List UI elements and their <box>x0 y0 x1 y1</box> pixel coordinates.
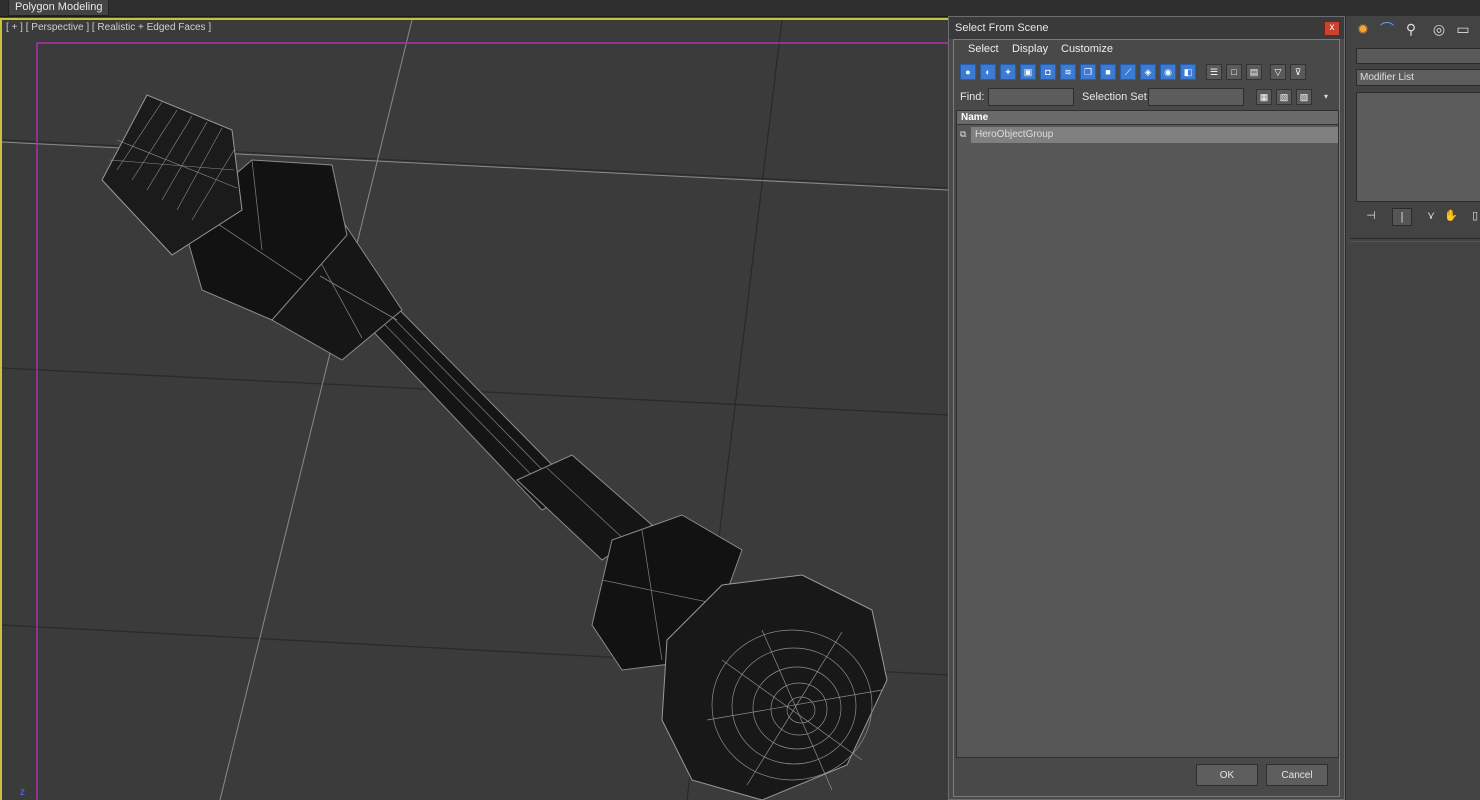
display-groups-icon[interactable]: ❐ <box>1080 64 1096 80</box>
remove-from-set-icon[interactable]: ▨ <box>1296 89 1312 105</box>
hierarchy-icon[interactable]: ⚲ <box>1402 20 1420 38</box>
add-to-set-icon[interactable]: ▧ <box>1276 89 1292 105</box>
filter-options-icon[interactable]: ⊽ <box>1290 64 1306 80</box>
chevron-down-icon[interactable]: ▾ <box>1324 92 1328 101</box>
display-geometry-icon[interactable]: ● <box>960 64 976 80</box>
panel-divider <box>1350 238 1480 242</box>
viewport-scene <box>2 20 948 800</box>
list-item-label: HeroObjectGroup <box>971 127 1338 143</box>
select-invert-icon[interactable]: ▤ <box>1246 64 1262 80</box>
group-icon: ⧉ <box>960 129 967 139</box>
display-xrefs-icon[interactable]: ■ <box>1100 64 1116 80</box>
find-row: Find: Selection Set: ▦ ▧ ▨ ▾ <box>958 88 1338 108</box>
show-end-result-icon[interactable]: | <box>1392 208 1412 226</box>
viewport-label[interactable]: [ + ] [ Perspective ] [ Realistic + Edge… <box>6 22 211 33</box>
remove-modifier-icon[interactable]: ✋ <box>1442 208 1460 224</box>
scene-object-list[interactable]: Name ⧉ HeroObjectGroup <box>956 110 1339 758</box>
object-name-field[interactable] <box>1356 48 1480 64</box>
modifier-list-dropdown[interactable]: Modifier List <box>1356 69 1480 86</box>
menu-customize[interactable]: Customize <box>1061 43 1113 55</box>
motion-icon[interactable]: ◎ <box>1430 20 1448 38</box>
filter-icon[interactable]: ▽ <box>1270 64 1286 80</box>
menu-display[interactable]: Display <box>1012 43 1048 55</box>
curve-icon[interactable]: ⌒ <box>1378 20 1396 38</box>
create-selection-set-icon[interactable]: ▦ <box>1256 89 1272 105</box>
display-icon[interactable]: ▭ <box>1454 20 1472 38</box>
display-bones-icon[interactable]: ⟋ <box>1120 64 1136 80</box>
selection-set-dropdown[interactable] <box>1148 88 1244 106</box>
ribbon-tab-polygon-modeling[interactable]: Polygon Modeling <box>8 0 110 16</box>
wireframe-object <box>101 94 888 800</box>
display-frozen-icon[interactable]: ◉ <box>1160 64 1176 80</box>
modifier-stack[interactable] <box>1356 92 1480 202</box>
sun-icon[interactable]: ✹ <box>1354 20 1372 38</box>
dialog-menubar: Select Display Customize <box>954 40 1339 60</box>
select-from-scene-dialog: Select From Scene x Select Display Custo… <box>948 16 1345 800</box>
display-containers-icon[interactable]: ◈ <box>1140 64 1156 80</box>
display-shapes-icon[interactable]: ◐ <box>980 64 996 80</box>
filter-toolbar: ● ◐ ✦ ▣ ◘ ≋ ❐ ■ ⟋ ◈ ◉ ◧ ☰ □ ▤ ▽ ⊽ <box>958 64 1336 84</box>
command-panel: ✹ ⌒ ⚲ ◎ ▭ Modifier List ⊣ | ⋎ ✋ ▯ <box>1345 16 1480 800</box>
menu-select[interactable]: Select <box>968 43 999 55</box>
display-lights-icon[interactable]: ✦ <box>1000 64 1016 80</box>
display-spacewarps-icon[interactable]: ≋ <box>1060 64 1076 80</box>
perspective-viewport[interactable]: [ + ] [ Perspective ] [ Realistic + Edge… <box>0 18 948 800</box>
select-all-icon[interactable]: ☰ <box>1206 64 1222 80</box>
display-cameras-icon[interactable]: ▣ <box>1020 64 1036 80</box>
list-header-name[interactable]: Name <box>957 111 1338 125</box>
configure-sets-icon[interactable]: ▯ <box>1466 208 1480 224</box>
display-helpers-icon[interactable]: ◘ <box>1040 64 1056 80</box>
select-none-icon[interactable]: □ <box>1226 64 1242 80</box>
pin-stack-icon[interactable]: ⊣ <box>1362 208 1380 224</box>
cancel-button[interactable]: Cancel <box>1266 764 1328 786</box>
list-item[interactable]: ⧉ HeroObjectGroup <box>957 127 1338 143</box>
ribbon: Polygon Modeling <box>0 0 1480 17</box>
ok-button[interactable]: OK <box>1196 764 1258 786</box>
find-label: Find: <box>960 91 985 103</box>
dialog-body: Select Display Customize ● ◐ ✦ ▣ ◘ ≋ ❐ ■… <box>953 39 1340 797</box>
dialog-title[interactable]: Select From Scene <box>949 17 1344 39</box>
display-hidden-icon[interactable]: ◧ <box>1180 64 1196 80</box>
close-icon[interactable]: x <box>1324 21 1340 36</box>
selection-set-label: Selection Set: <box>1082 91 1150 103</box>
find-input[interactable] <box>988 88 1074 106</box>
axis-tripod-icon: z <box>20 787 25 798</box>
make-unique-icon[interactable]: ⋎ <box>1422 208 1440 224</box>
